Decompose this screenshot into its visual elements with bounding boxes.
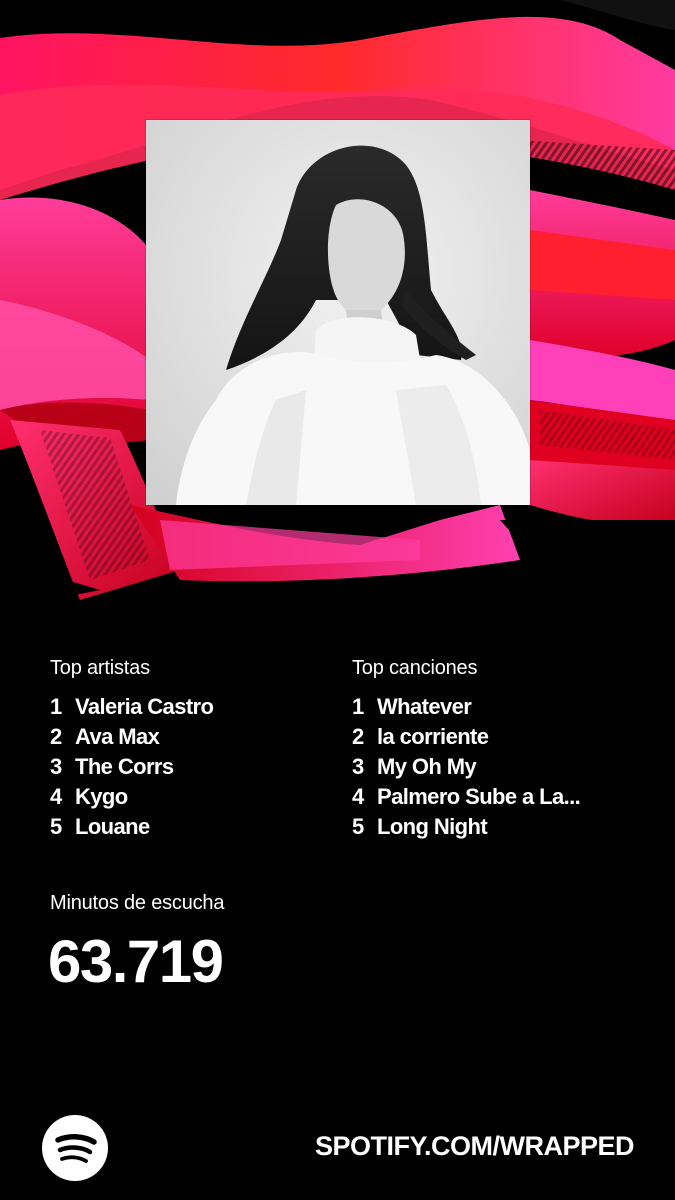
rank-number: 2 xyxy=(50,724,62,749)
top-artist-item: 1 Valeria Castro xyxy=(50,692,350,722)
top-songs-heading: Top canciones xyxy=(352,657,478,679)
artist-name: The Corrs xyxy=(75,754,174,779)
rank-number: 3 xyxy=(50,754,62,779)
rank-number: 5 xyxy=(352,814,364,839)
rank-number: 5 xyxy=(50,814,62,839)
top-song-item: 1 Whatever xyxy=(352,692,652,722)
artist-name: Ava Max xyxy=(75,724,160,749)
song-name: Whatever xyxy=(377,694,472,719)
artist-name: Valeria Castro xyxy=(75,694,214,719)
wrapped-card: Top artistas 1 Valeria Castro 2 Ava Max 3T… xyxy=(0,0,675,1200)
rank-number: 1 xyxy=(50,694,62,719)
top-song-item: 5 Long Night xyxy=(352,812,652,842)
top-artist-item: 5 Louane xyxy=(50,812,350,842)
top-songs-section: Top canciones 1 Whatever 2 la corriente 3M… xyxy=(352,656,652,842)
top-artists-heading: Top artistas xyxy=(50,657,150,679)
rank-number: 4 xyxy=(50,784,62,809)
top-artist-item: 4 Kygo xyxy=(50,782,350,812)
artist-name: Louane xyxy=(75,814,150,839)
rank-number: 4 xyxy=(352,784,364,809)
song-name: la corriente xyxy=(377,724,489,749)
top-artists-list: 1 Valeria Castro 2 Ava Max 3 The Corrs 4 Kyg… xyxy=(50,692,350,842)
top-artists-section: Top artistas 1 Valeria Castro 2 Ava Max 3T… xyxy=(50,656,350,842)
minutes-value: 63.719 xyxy=(48,928,224,995)
artist-portrait-image xyxy=(146,120,530,505)
top-song-item: 3 My Oh My xyxy=(352,752,652,782)
minutes-label: Minutos de escucha xyxy=(50,892,225,914)
rank-number: 3 xyxy=(352,754,364,779)
artist-photo xyxy=(146,120,530,505)
song-name: Palmero Sube a La... xyxy=(377,784,581,809)
spotify-logo-icon[interactable] xyxy=(42,1115,108,1181)
artist-name: Kygo xyxy=(75,784,128,809)
wrapped-url-link[interactable]: SPOTIFY.COM/WRAPPED xyxy=(315,1128,635,1164)
rank-number: 1 xyxy=(352,694,364,719)
top-artist-item: 2 Ava Max xyxy=(50,722,350,752)
song-name: My Oh My xyxy=(377,754,477,779)
song-name: Long Night xyxy=(377,814,488,839)
top-artist-item: 3 The Corrs xyxy=(50,752,350,782)
top-song-item: 2 la corriente xyxy=(352,722,652,752)
top-song-item: 4 Palmero Sube a La... xyxy=(352,782,652,812)
top-songs-list: 1 Whatever 2 la corriente 3 My Oh My 4 Palme… xyxy=(352,692,652,842)
rank-number: 2 xyxy=(352,724,364,749)
